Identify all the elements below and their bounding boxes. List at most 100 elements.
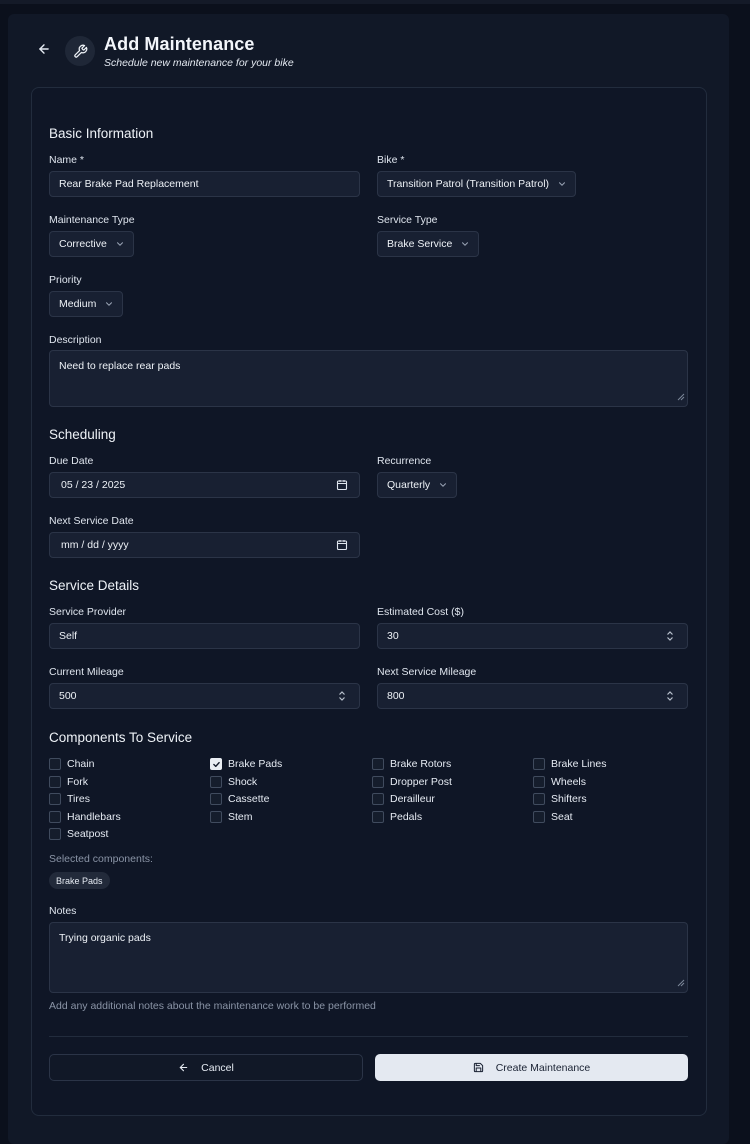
service-provider-label: Service Provider xyxy=(49,606,127,618)
checkbox[interactable] xyxy=(210,811,222,823)
checkbox[interactable] xyxy=(49,828,61,840)
checkbox[interactable] xyxy=(533,811,545,823)
component-checkbox-wheels[interactable]: Wheels xyxy=(533,776,586,788)
resize-handle-icon[interactable] xyxy=(677,978,685,990)
next-service-mileage-input[interactable]: 800 xyxy=(377,683,688,709)
component-label: Cassette xyxy=(228,793,270,805)
bike-select[interactable]: Transition Patrol (Transition Patrol) xyxy=(377,171,577,197)
next-service-mileage-value: 800 xyxy=(387,690,405,702)
service-provider-value: Self xyxy=(59,630,78,642)
current-mileage-input[interactable]: 500 xyxy=(49,683,360,709)
component-label: Fork xyxy=(67,776,88,788)
current-mileage-value: 500 xyxy=(59,690,77,702)
estimated-cost-input[interactable]: 30 xyxy=(377,623,688,649)
stepper-icon[interactable] xyxy=(338,690,346,705)
name-input-value: Rear Brake Pad Replacement xyxy=(59,178,199,190)
checkbox[interactable] xyxy=(372,776,384,788)
next-service-date-input[interactable]: mm / dd / yyyy xyxy=(49,532,360,558)
name-label: Name * xyxy=(49,154,85,166)
section-service-details: Service Details xyxy=(49,578,140,593)
priority-select[interactable]: Medium xyxy=(49,291,124,317)
description-label: Description xyxy=(49,334,102,346)
bike-select-value: Transition Patrol (Transition Patrol) xyxy=(387,178,550,190)
stepper-icon[interactable] xyxy=(666,690,674,705)
checkbox[interactable] xyxy=(49,758,61,770)
component-checkbox-handlebars[interactable]: Handlebars xyxy=(49,811,121,823)
component-label: Brake Lines xyxy=(551,758,607,770)
service-type-value: Brake Service xyxy=(387,238,453,250)
checkbox[interactable] xyxy=(372,758,384,770)
component-label: Brake Rotors xyxy=(390,758,452,770)
checkbox[interactable] xyxy=(372,793,384,805)
maintenance-type-select[interactable]: Corrective xyxy=(49,231,134,257)
component-checkbox-pedals[interactable]: Pedals xyxy=(372,811,422,823)
page-subtitle: Schedule new maintenance for your bike xyxy=(104,57,294,69)
priority-value: Medium xyxy=(59,298,97,310)
back-button[interactable] xyxy=(28,33,60,65)
top-bar xyxy=(0,0,750,4)
checkbox[interactable] xyxy=(49,776,61,788)
component-checkbox-brake-pads[interactable]: Brake Pads xyxy=(210,758,282,770)
selected-component-chip: Brake Pads xyxy=(49,872,110,889)
component-label: Handlebars xyxy=(67,811,121,823)
component-checkbox-shock[interactable]: Shock xyxy=(210,776,257,788)
current-mileage-label: Current Mileage xyxy=(49,666,124,678)
component-checkbox-brake-lines[interactable]: Brake Lines xyxy=(533,758,606,770)
page-title: Add Maintenance xyxy=(104,34,255,54)
service-type-label: Service Type xyxy=(377,214,438,226)
component-label: Brake Pads xyxy=(228,758,283,770)
notes-value: Trying organic pads xyxy=(59,932,151,944)
section-scheduling: Scheduling xyxy=(49,427,116,442)
name-input[interactable]: Rear Brake Pad Replacement xyxy=(49,171,360,197)
component-checkbox-stem[interactable]: Stem xyxy=(210,811,253,823)
description-value: Need to replace rear pads xyxy=(59,360,181,372)
checkbox[interactable] xyxy=(533,776,545,788)
section-components: Components To Service xyxy=(49,730,193,745)
component-checkbox-dropper-post[interactable]: Dropper Post xyxy=(372,776,452,788)
service-provider-input[interactable]: Self xyxy=(49,623,360,649)
due-date-input[interactable]: 05 / 23 / 2025 xyxy=(49,472,360,498)
component-label: Stem xyxy=(228,811,253,823)
component-checkbox-brake-rotors[interactable]: Brake Rotors xyxy=(372,758,451,770)
checkbox[interactable] xyxy=(372,811,384,823)
section-basic-information: Basic Information xyxy=(49,126,154,141)
component-checkbox-derailleur[interactable]: Derailleur xyxy=(372,793,435,805)
bike-label: Bike * xyxy=(377,154,405,166)
service-type-select[interactable]: Brake Service xyxy=(377,231,480,257)
divider xyxy=(49,1036,688,1037)
component-checkbox-cassette[interactable]: Cassette xyxy=(210,793,269,805)
create-maintenance-button[interactable]: Create Maintenance xyxy=(375,1054,688,1081)
checkbox[interactable] xyxy=(210,776,222,788)
calendar-icon[interactable] xyxy=(336,539,348,554)
checkbox[interactable] xyxy=(533,793,545,805)
component-label: Seatpost xyxy=(67,828,109,840)
component-checkbox-tires[interactable]: Tires xyxy=(49,793,90,805)
next-service-date-value: mm / dd / yyyy xyxy=(61,539,129,551)
component-checkbox-chain[interactable]: Chain xyxy=(49,758,94,770)
cancel-button[interactable]: Cancel xyxy=(49,1054,363,1081)
checkbox[interactable] xyxy=(49,793,61,805)
selected-components-label: Selected components: xyxy=(49,853,153,865)
checkbox[interactable] xyxy=(210,793,222,805)
description-textarea[interactable]: Need to replace rear pads xyxy=(49,350,688,407)
create-button-label: Create Maintenance xyxy=(495,1061,591,1074)
component-checkbox-seat[interactable]: Seat xyxy=(533,811,573,823)
checkbox-checked[interactable] xyxy=(210,758,222,770)
notes-textarea[interactable]: Trying organic pads xyxy=(49,922,688,993)
recurrence-select[interactable]: Quarterly xyxy=(377,472,458,498)
wrench-icon xyxy=(65,36,95,66)
component-checkbox-seatpost[interactable]: Seatpost xyxy=(49,828,108,840)
resize-handle-icon[interactable] xyxy=(677,392,685,404)
component-checkbox-shifters[interactable]: Shifters xyxy=(533,793,587,805)
checkbox[interactable] xyxy=(49,811,61,823)
calendar-icon[interactable] xyxy=(336,479,348,494)
maintenance-type-label: Maintenance Type xyxy=(49,214,135,226)
component-label: Tires xyxy=(67,793,90,805)
component-label: Wheels xyxy=(551,776,587,788)
chevron-down-icon xyxy=(115,239,125,249)
cancel-button-label: Cancel xyxy=(201,1061,234,1074)
component-checkbox-fork[interactable]: Fork xyxy=(49,776,88,788)
checkbox[interactable] xyxy=(533,758,545,770)
stepper-icon[interactable] xyxy=(666,630,674,645)
due-date-label: Due Date xyxy=(49,455,94,467)
